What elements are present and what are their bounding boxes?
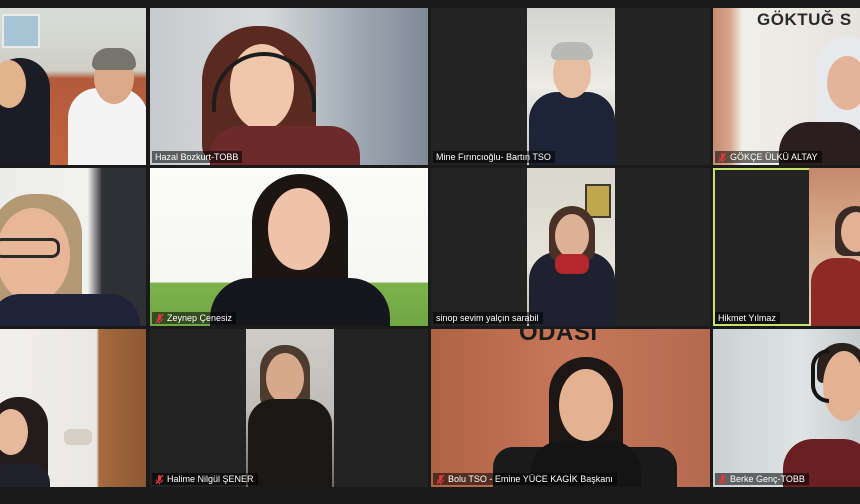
video-tile-11[interactable]: ODASI Bolu TSO - Emine YÜCE KAGİK Başkan… [431, 329, 710, 487]
participant-face [555, 214, 589, 258]
participant-body [0, 463, 50, 487]
participant-name-bar: GÖKÇE ÜLKÜ ALTAY [715, 151, 822, 163]
participant-name-bar: Berke Genç-TOBB [715, 473, 809, 485]
mic-off-icon [718, 152, 727, 163]
mic-off-icon [155, 474, 164, 485]
video-tile-5[interactable] [0, 168, 146, 326]
ceiling-light [64, 429, 92, 445]
participant-name-bar: Hikmet Yılmaz [715, 312, 780, 324]
glasses-icon [0, 238, 60, 258]
wall-picture [2, 14, 40, 48]
participant-body [248, 399, 332, 487]
participant-name: Halime Nilgül ŞENER [167, 474, 254, 484]
background-sign: ODASI [519, 329, 598, 346]
participant-scarf [555, 254, 589, 274]
participant-name: Mine Fırıncıoğlu- Bartın TSO [436, 152, 551, 162]
participant-body [811, 258, 860, 326]
participant-name-bar: Bolu TSO - Emine YÜCE KAGİK Başkanı [433, 473, 617, 485]
participant-name: Berke Genç-TOBB [730, 474, 805, 484]
participant-face [827, 56, 860, 110]
mic-off-icon [155, 313, 164, 324]
participant-name-bar: Mine Fırıncıoğlu- Bartın TSO [433, 151, 555, 163]
participant-name: sinop sevim yalçın sarabil [436, 313, 539, 323]
participant-name: GÖKÇE ÜLKÜ ALTAY [730, 152, 818, 162]
participant-name-bar: Hazal Bozkurt-TOBB [152, 151, 243, 163]
participant-hair [92, 48, 136, 70]
video-tile-10[interactable]: Halime Nilgül ŞENER [150, 329, 428, 487]
participant-name: Hikmet Yılmaz [718, 313, 776, 323]
participant-name-bar: Halime Nilgül ŞENER [152, 473, 258, 485]
participant-name: Bolu TSO - Emine YÜCE KAGİK Başkanı [448, 474, 613, 484]
participant-face [268, 188, 330, 270]
participant-body [0, 294, 140, 326]
participant-name: Hazal Bozkurt-TOBB [155, 152, 239, 162]
video-tile-3[interactable]: Mine Fırıncıoğlu- Bartın TSO [431, 8, 710, 165]
participant-hair [551, 42, 593, 60]
mic-off-icon [718, 474, 727, 485]
headset-icon [811, 349, 829, 403]
background-sign: GÖKTUĞ S [757, 10, 852, 29]
video-tile-6[interactable]: Zeynep Çenesiz [150, 168, 428, 326]
video-tile-2[interactable]: Hazal Bozkurt-TOBB [150, 8, 428, 165]
video-tile-9[interactable] [0, 329, 146, 487]
participant-body [210, 278, 390, 326]
video-tile-4[interactable]: GÖKTUĞ S GÖKÇE ÜLKÜ ALTAY [713, 8, 860, 165]
participant-name-bar: sinop sevim yalçın sarabil [433, 312, 543, 324]
mic-off-icon [436, 474, 445, 485]
participant-name-bar: Zeynep Çenesiz [152, 312, 237, 324]
video-tile-12[interactable]: Berke Genç-TOBB [713, 329, 860, 487]
participant-face [559, 369, 613, 441]
participant-name: Zeynep Çenesiz [167, 313, 233, 323]
video-tile-1[interactable] [0, 8, 146, 165]
participant-face [266, 353, 304, 403]
video-tile-7[interactable]: sinop sevim yalçın sarabil [431, 168, 710, 326]
video-tile-8[interactable]: Hikmet Yılmaz [713, 168, 860, 326]
